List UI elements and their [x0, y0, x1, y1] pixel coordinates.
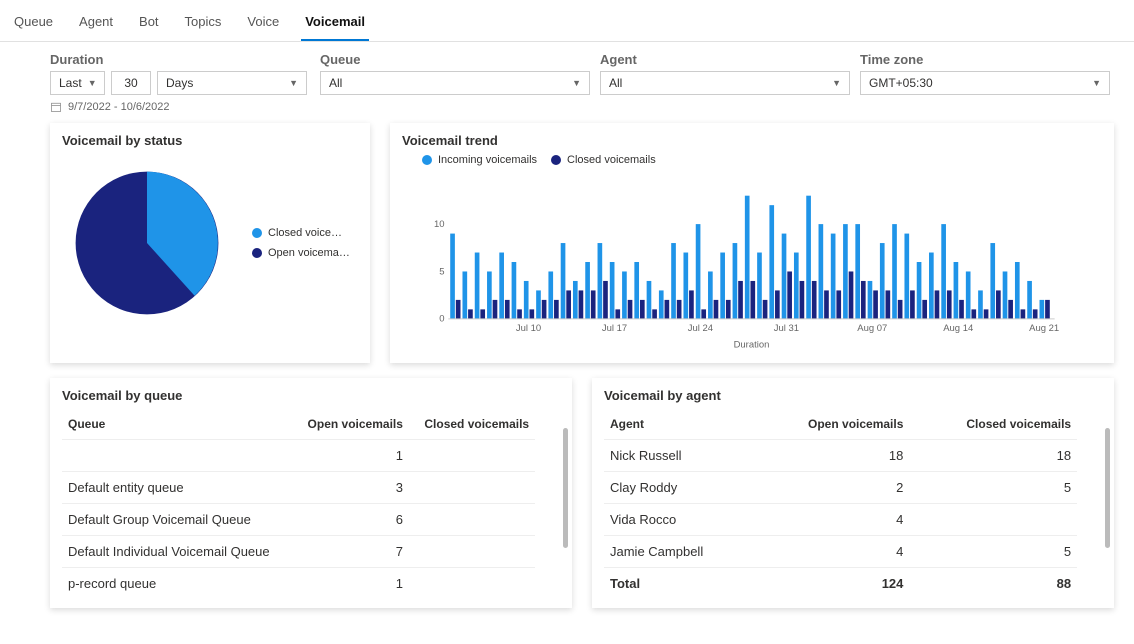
trend-bar-chart[interactable]: 0 5 10 Jul 10 Jul 17 Jul 24 Jul 31 Aug 07 Aug 1…	[402, 172, 1082, 352]
timezone-dropdown[interactable]: GMT+05:30▼	[860, 71, 1110, 95]
legend-incoming[interactable]: Incoming voicemails	[422, 154, 537, 166]
total-row: Total 124 88	[604, 568, 1077, 600]
card-title: Voicemail trend	[402, 133, 1102, 148]
duration-unit-dropdown[interactable]: Days▼	[157, 71, 307, 95]
col-queue[interactable]: Queue	[62, 409, 293, 440]
svg-text:Aug 14: Aug 14	[943, 323, 973, 334]
duration-mode-dropdown[interactable]: Last▼	[50, 71, 105, 95]
table-row[interactable]: Jamie Campbell45	[604, 536, 1077, 568]
agent-table: Agent Open voicemails Closed voicemails …	[604, 409, 1077, 599]
scrollbar[interactable]	[563, 428, 568, 548]
timezone-label: Time zone	[860, 52, 1120, 67]
chevron-down-icon: ▼	[566, 78, 581, 88]
chevron-down-icon: ▼	[1086, 78, 1101, 88]
card-title: Voicemail by status	[62, 133, 358, 148]
col-closed[interactable]: Closed voicemails	[409, 409, 535, 440]
table-row[interactable]: 1	[62, 440, 535, 472]
table-row[interactable]: Vida Rocco4	[604, 504, 1077, 536]
duration-value-input[interactable]: 30	[111, 71, 151, 95]
table-row[interactable]: Nick Russell1818	[604, 440, 1077, 472]
col-agent[interactable]: Agent	[604, 409, 755, 440]
col-closed[interactable]: Closed voicemails	[909, 409, 1077, 440]
tab-queue[interactable]: Queue	[10, 8, 57, 41]
scrollbar[interactable]	[1105, 428, 1110, 548]
svg-text:Jul 10: Jul 10	[516, 323, 541, 334]
table-row[interactable]: Clay Roddy25	[604, 472, 1077, 504]
svg-text:Jul 17: Jul 17	[602, 323, 627, 334]
voicemail-by-status-card: Voicemail by status Closed voice… Open v…	[50, 123, 370, 363]
queue-table: Queue Open voicemails Closed voicemails …	[62, 409, 535, 599]
table-row[interactable]: Default Individual Voicemail Queue7	[62, 536, 535, 568]
col-open[interactable]: Open voicemails	[755, 409, 909, 440]
tab-topics[interactable]: Topics	[181, 8, 226, 41]
card-title: Voicemail by agent	[604, 388, 1102, 403]
legend-swatch-icon	[252, 248, 262, 258]
voicemail-by-agent-card: Voicemail by agent Agent Open voicemails…	[592, 378, 1114, 608]
chevron-down-icon: ▼	[826, 78, 841, 88]
tab-agent[interactable]: Agent	[75, 8, 117, 41]
table-row[interactable]: Default entity queue3	[62, 472, 535, 504]
card-title: Voicemail by queue	[62, 388, 560, 403]
date-range-display: 9/7/2022 - 10/6/2022	[0, 95, 1134, 123]
table-row[interactable]: p-record queue1	[62, 568, 535, 600]
legend-closed[interactable]: Closed voicemails	[551, 154, 656, 166]
filters-row: Duration Last▼ 30 Days▼ Queue All▼ Agent…	[0, 42, 1134, 95]
queue-label: Queue	[320, 52, 600, 67]
voicemail-by-queue-card: Voicemail by queue Queue Open voicemails…	[50, 378, 572, 608]
svg-text:Aug 21: Aug 21	[1029, 323, 1059, 334]
tab-voice[interactable]: Voice	[243, 8, 283, 41]
svg-text:Aug 07: Aug 07	[857, 323, 887, 334]
agent-dropdown[interactable]: All▼	[600, 71, 850, 95]
chevron-down-icon: ▼	[82, 78, 97, 88]
calendar-icon	[50, 101, 62, 113]
legend-swatch-icon	[252, 228, 262, 238]
voicemail-trend-card: Voicemail trend Incoming voicemails Clos…	[390, 123, 1114, 363]
queue-dropdown[interactable]: All▼	[320, 71, 590, 95]
tab-bot[interactable]: Bot	[135, 8, 163, 41]
agent-label: Agent	[600, 52, 860, 67]
duration-label: Duration	[50, 52, 320, 67]
legend-closed[interactable]: Closed voice…	[252, 227, 350, 239]
pie-chart[interactable]	[62, 158, 232, 328]
svg-text:Jul 31: Jul 31	[774, 323, 799, 334]
col-open[interactable]: Open voicemails	[293, 409, 409, 440]
svg-text:10: 10	[434, 219, 445, 230]
top-tabs: Queue Agent Bot Topics Voice Voicemail	[0, 0, 1134, 42]
svg-text:0: 0	[439, 314, 444, 325]
svg-text:5: 5	[439, 266, 444, 277]
table-row[interactable]: Default Group Voicemail Queue6	[62, 504, 535, 536]
tab-voicemail[interactable]: Voicemail	[301, 8, 369, 41]
legend-open[interactable]: Open voicema…	[252, 247, 350, 259]
chevron-down-icon: ▼	[283, 78, 298, 88]
legend-swatch-icon	[551, 155, 561, 165]
x-axis-label: Duration	[734, 339, 770, 350]
svg-text:Jul 24: Jul 24	[688, 323, 713, 334]
legend-swatch-icon	[422, 155, 432, 165]
